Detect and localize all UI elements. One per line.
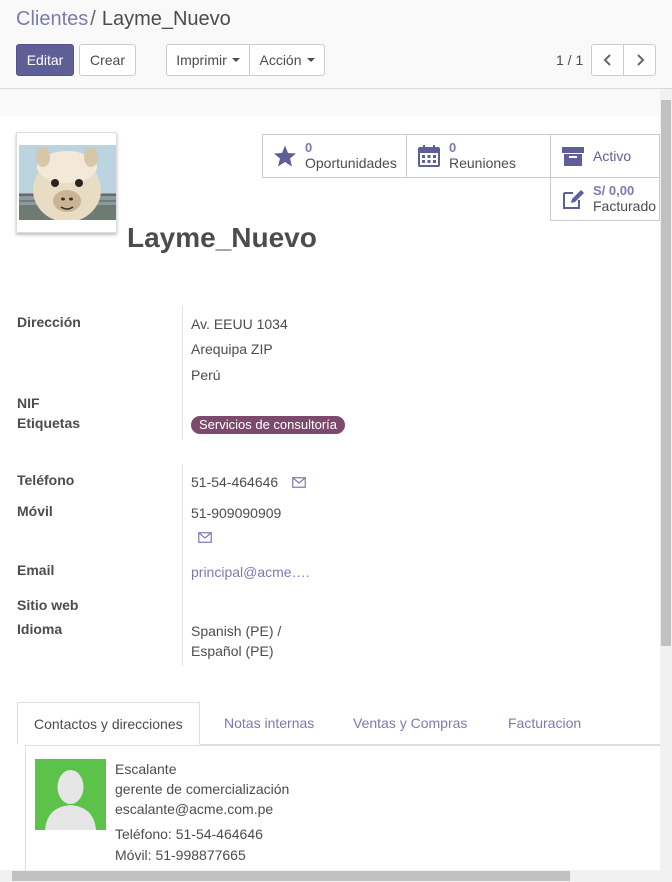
partner-name: Layme_Nuevo — [127, 222, 317, 253]
contact-phone: Teléfono: 51-54-464646 — [115, 826, 263, 842]
edit-icon — [563, 190, 584, 209]
invoiced-label: Facturado — [593, 198, 657, 214]
vat-label: NIF — [17, 395, 40, 411]
address-label: Dirección — [17, 314, 81, 330]
field-divider — [182, 464, 183, 666]
pager-next-button[interactable] — [623, 44, 656, 76]
email-label: Email — [17, 562, 55, 578]
contact-role: gerente de comercialización — [115, 781, 290, 797]
horizontal-scrollbar-thumb[interactable] — [12, 871, 570, 881]
action-dropdown-button[interactable]: Acción — [249, 44, 325, 76]
action-button-label: Acción — [259, 52, 302, 68]
contact-mobile: Móvil: 51-998877665 — [115, 847, 246, 863]
invoiced-amount: S/ 0,00 — [593, 183, 635, 198]
opportunities-label: Oportunidades — [305, 155, 397, 171]
website-label: Sitio web — [17, 597, 79, 613]
tab-sales-purchases[interactable]: Ventas y Compras — [353, 702, 467, 745]
opportunities-count: 0 — [305, 140, 313, 155]
contact-avatar — [35, 759, 106, 830]
phone-value: 51-54-464646 — [191, 474, 306, 490]
pager-previous-button[interactable] — [591, 44, 624, 76]
active-label: Activo — [593, 148, 632, 164]
calendar-icon — [418, 145, 440, 167]
meetings-stat-button[interactable]: 0 Reuniones — [406, 134, 551, 178]
chevron-left-icon — [603, 54, 611, 66]
contact-email-link[interactable]: escalante@acme.com.pe — [115, 801, 273, 817]
language-label: Idioma — [17, 621, 63, 637]
phone-label: Teléfono — [17, 472, 75, 488]
envelope-icon[interactable] — [292, 477, 306, 488]
breadcrumb: Clientes / Layme_Nuevo — [16, 8, 231, 31]
caret-down-icon — [231, 58, 240, 62]
address-line-2: Arequipa ZIP — [191, 341, 273, 357]
email-link[interactable]: principal@acme…. — [191, 564, 309, 580]
sheet-top-background — [0, 89, 660, 116]
partner-avatar[interactable] — [16, 132, 117, 233]
mobile-label: Móvil — [17, 503, 53, 519]
chevron-right-icon — [636, 54, 644, 66]
opportunities-stat-button[interactable]: 0 Oportunidades — [262, 134, 407, 178]
tab-contacts[interactable]: Contactos y direcciones — [17, 702, 200, 745]
breadcrumb-separator: / — [90, 8, 96, 30]
language-line-2: Español (PE) — [191, 643, 274, 659]
vertical-scrollbar-thumb[interactable] — [661, 100, 671, 646]
partner-photo — [19, 145, 116, 222]
tag-badge: Servicios de consultoría — [191, 416, 346, 434]
invoiced-stat-button[interactable]: S/ 0,00 Facturado — [550, 177, 660, 221]
address-line-3: Perú — [191, 367, 221, 383]
meetings-count: 0 — [449, 140, 457, 155]
tags-label: Etiquetas — [17, 415, 81, 431]
mobile-number[interactable]: 51-909090909 — [191, 505, 281, 521]
print-button-label: Imprimir — [176, 52, 227, 68]
phone-number[interactable]: 51-54-464646 — [191, 474, 278, 490]
breadcrumb-current: Layme_Nuevo — [101, 8, 231, 30]
tab-invoicing[interactable]: Facturacion — [508, 702, 581, 745]
language-line-1: Spanish (PE) / — [191, 623, 282, 639]
contact-name: Escalante — [115, 761, 177, 777]
meetings-label: Reuniones — [449, 155, 516, 171]
tab-internal-notes[interactable]: Notas internas — [224, 702, 314, 745]
star-icon — [274, 145, 296, 167]
user-silhouette-icon — [45, 770, 96, 830]
edit-button[interactable]: Editar — [16, 44, 74, 76]
field-divider — [182, 306, 183, 440]
address-line-1: Av. EEUU 1034 — [191, 316, 288, 332]
create-button[interactable]: Crear — [79, 44, 136, 76]
active-toggle-button[interactable]: Activo — [550, 134, 660, 178]
create-button-label: Crear — [89, 52, 125, 68]
envelope-icon[interactable] — [198, 532, 212, 543]
print-dropdown-button[interactable]: Imprimir — [166, 44, 250, 76]
pager-value: 1 / 1 — [556, 52, 584, 68]
archive-icon — [562, 147, 584, 166]
caret-down-icon — [306, 58, 315, 62]
edit-button-label: Editar — [26, 52, 64, 68]
breadcrumb-parent-link[interactable]: Clientes — [16, 8, 88, 30]
